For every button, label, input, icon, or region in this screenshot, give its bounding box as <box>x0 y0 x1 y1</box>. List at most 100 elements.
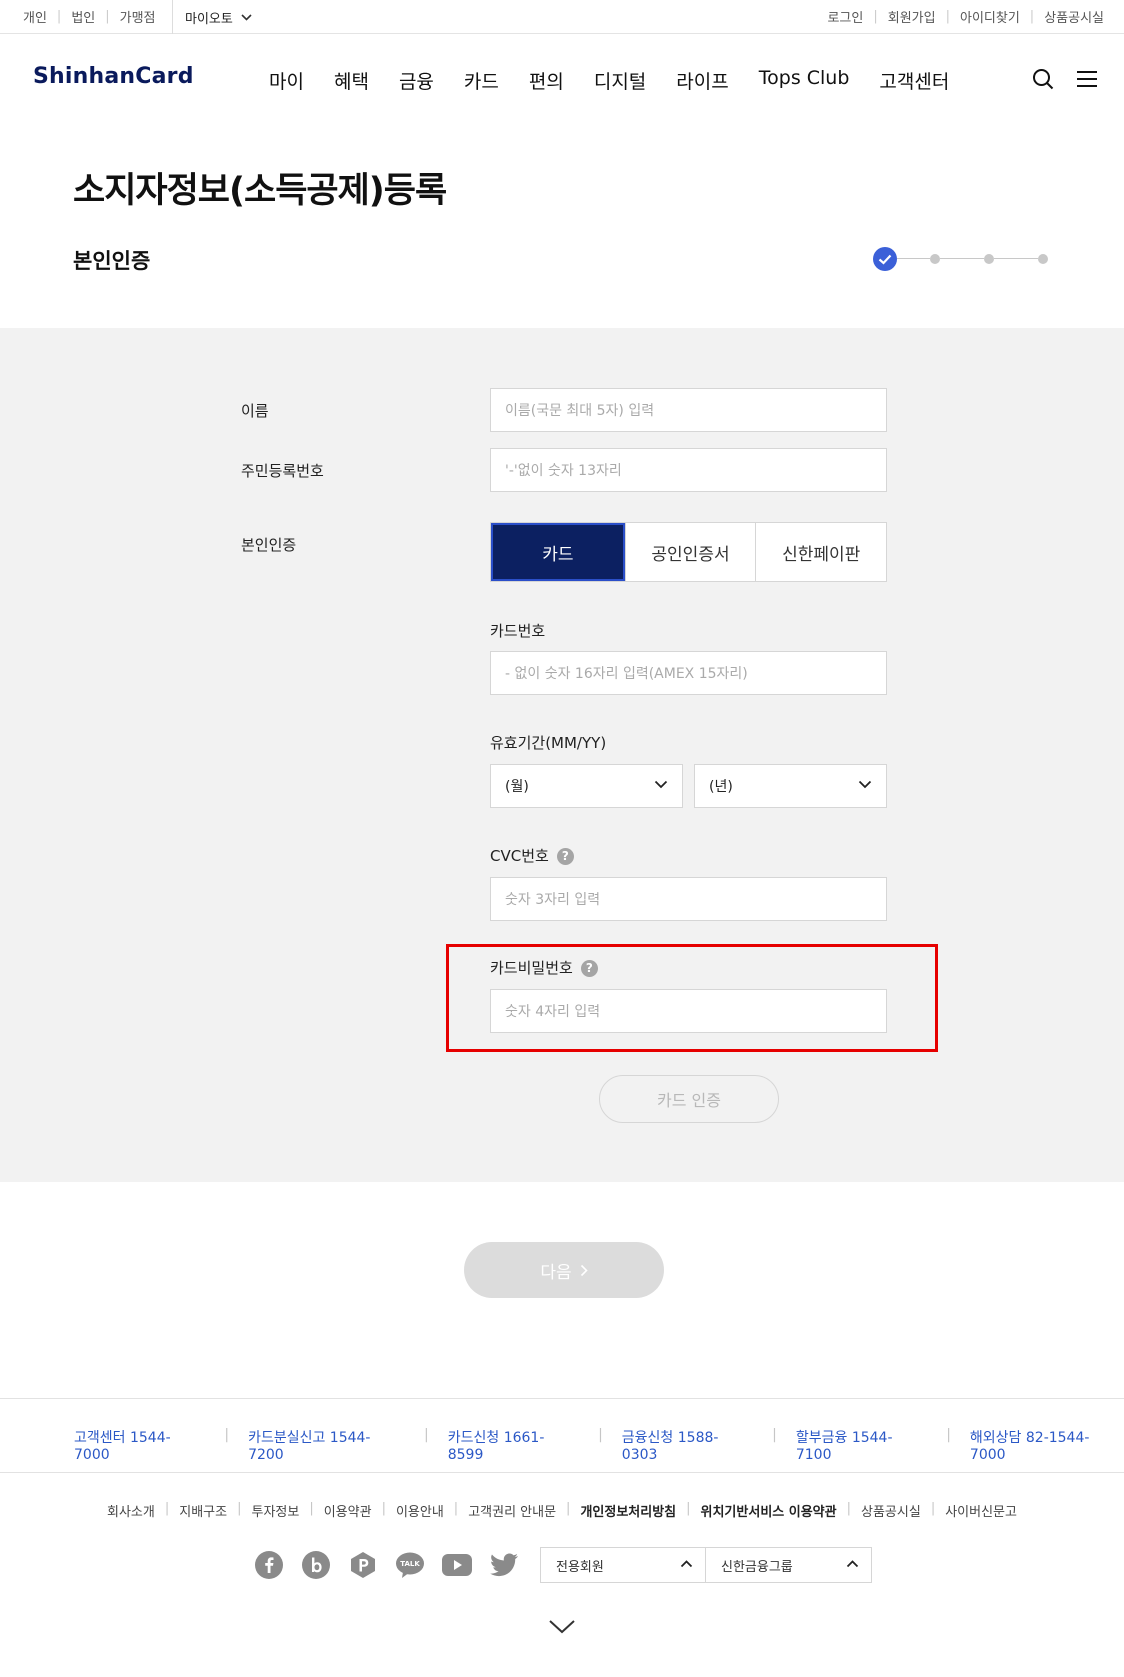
chevron-down-icon <box>654 780 668 789</box>
svg-text:TALK: TALK <box>400 1560 420 1568</box>
nav-item-finance[interactable]: 금융 <box>399 67 434 94</box>
contact-customer-center[interactable]: 고객센터 1544-7000 <box>74 1427 205 1463</box>
tab-certificate[interactable]: 공인인증서 <box>624 523 756 581</box>
chevron-up-icon <box>846 1560 859 1568</box>
nav-item-card[interactable]: 카드 <box>464 67 499 94</box>
contact-overseas[interactable]: 해외상담 82-1544-7000 <box>970 1427 1124 1463</box>
post-icon[interactable] <box>348 1550 378 1580</box>
kakaotalk-icon[interactable]: TALK <box>395 1550 425 1580</box>
divider: | <box>424 1427 429 1443</box>
myauto-dropdown[interactable]: 마이오토 <box>172 0 252 34</box>
twitter-icon[interactable] <box>489 1550 519 1580</box>
tab-card[interactable]: 카드 <box>491 523 625 581</box>
footer-link-governance[interactable]: 지배구조 <box>179 1501 227 1520</box>
group-site-select[interactable]: 신한금융그룹 <box>705 1547 872 1583</box>
nav-item-my[interactable]: 마이 <box>269 67 304 94</box>
name-placeholder: 이름(국문 최대 5자) 입력 <box>505 403 655 419</box>
nav-item-digital[interactable]: 디지털 <box>594 67 646 94</box>
search-icon[interactable] <box>1032 68 1054 90</box>
divider: | <box>945 9 950 24</box>
card-number-label: 카드번호 <box>490 622 546 640</box>
step-connector <box>940 258 984 259</box>
step-4-pending <box>1038 254 1048 264</box>
account-links: 로그인 | 회원가입 | 아이디찾기 | 상품공시실 <box>827 7 1104 26</box>
facebook-icon[interactable] <box>254 1550 284 1580</box>
footer-link-terms[interactable]: 이용약관 <box>324 1501 372 1520</box>
footer-link-cyber-petition[interactable]: 사이버신문고 <box>945 1501 1017 1520</box>
step-connector <box>897 258 930 259</box>
chevron-right-icon <box>580 1264 588 1276</box>
footer-link-investor[interactable]: 투자정보 <box>251 1501 299 1520</box>
divider: | <box>930 1501 936 1516</box>
footer-link-location-terms[interactable]: 위치기반서비스 이용약관 <box>701 1501 837 1520</box>
footer-contacts: 고객센터 1544-7000 | 카드분실신고 1544-7200 | 카드신청… <box>74 1427 1124 1463</box>
link-login[interactable]: 로그인 <box>827 7 863 26</box>
blog-icon[interactable] <box>301 1550 331 1580</box>
main-nav: 마이 혜택 금융 카드 편의 디지털 라이프 Tops Club 고객센터 <box>269 67 979 94</box>
tab-shinhan-paypan[interactable]: 신한페이판 <box>755 523 886 581</box>
card-number-placeholder: - 없이 숫자 16자리 입력(AMEX 15자리) <box>505 666 748 682</box>
expiry-month-select[interactable]: (월) <box>490 764 683 808</box>
rrn-label: 주민등록번호 <box>241 462 324 480</box>
main-header: ShinhanCard 마이 혜택 금융 카드 편의 디지털 라이프 Tops … <box>0 34 1124 124</box>
expiry-label: 유효기간(MM/YY) <box>490 734 607 752</box>
next-button[interactable]: 다음 <box>464 1242 664 1298</box>
nav-item-benefits[interactable]: 혜택 <box>334 67 369 94</box>
shinhancard-logo[interactable]: ShinhanCard <box>33 64 194 89</box>
card-number-input[interactable]: - 없이 숫자 16자리 입력(AMEX 15자리) <box>490 651 887 695</box>
link-find-id[interactable]: 아이디찾기 <box>960 7 1020 26</box>
cvc-input[interactable]: 숫자 3자리 입력 <box>490 877 887 921</box>
link-merchant[interactable]: 가맹점 <box>120 7 156 26</box>
divider: | <box>946 1427 951 1443</box>
footer-link-product-disclosure[interactable]: 상품공시실 <box>861 1501 921 1520</box>
link-corporate[interactable]: 법인 <box>71 7 95 26</box>
help-icon[interactable]: ? <box>556 848 574 865</box>
divider: | <box>309 1501 314 1516</box>
name-label: 이름 <box>241 402 269 420</box>
expiry-year-value: (년) <box>709 779 733 795</box>
link-signup[interactable]: 회원가입 <box>888 7 936 26</box>
divider: | <box>772 1427 777 1443</box>
nav-item-customer-center[interactable]: 고객센터 <box>879 67 949 94</box>
footer-link-customer-rights[interactable]: 고객권리 안내문 <box>468 1501 556 1520</box>
divider: | <box>164 1501 170 1516</box>
help-icon[interactable]: ? <box>580 960 598 977</box>
footer-link-company[interactable]: 회사소개 <box>107 1501 155 1520</box>
divider: | <box>846 1501 851 1516</box>
divider: | <box>453 1501 459 1516</box>
divider: | <box>686 1501 691 1516</box>
expiry-year-select[interactable]: (년) <box>694 764 887 808</box>
card-auth-button[interactable]: 카드 인증 <box>599 1075 779 1123</box>
step-2-pending <box>930 254 940 264</box>
sns-links: TALK <box>254 1550 536 1580</box>
cvc-label: CVC번호 <box>490 847 549 865</box>
name-input[interactable]: 이름(국문 최대 5자) 입력 <box>490 388 887 432</box>
page-title: 소지자정보(소득공제)등록 <box>73 171 447 211</box>
footer-link-privacy[interactable]: 개인정보처리방침 <box>580 1501 676 1520</box>
expiry-month-value: (월) <box>505 779 529 795</box>
divider: | <box>105 9 110 24</box>
chevron-up-icon <box>680 1560 693 1568</box>
footer-link-guide[interactable]: 이용안내 <box>396 1501 444 1520</box>
chevron-down-icon <box>858 780 872 789</box>
rrn-input[interactable]: '-'없이 숫자 13자리 <box>490 448 887 492</box>
contact-finance-application[interactable]: 금융신청 1588-0303 <box>622 1427 753 1463</box>
link-personal[interactable]: 개인 <box>23 7 47 26</box>
footer-divider <box>0 1472 1124 1473</box>
contact-card-application[interactable]: 카드신청 1661-8599 <box>448 1427 579 1463</box>
link-product-disclosure[interactable]: 상품공시실 <box>1044 7 1104 26</box>
nav-item-life[interactable]: 라이프 <box>676 67 728 94</box>
youtube-icon[interactable] <box>442 1550 472 1580</box>
card-pin-input[interactable]: 숫자 4자리 입력 <box>490 989 887 1033</box>
step-3-pending <box>984 254 994 264</box>
nav-item-tops-club[interactable]: Tops Club <box>759 67 850 94</box>
member-site-select-value: 전용회원 <box>556 1559 604 1575</box>
member-site-select[interactable]: 전용회원 <box>540 1547 706 1583</box>
step-connector <box>994 258 1038 259</box>
divider: | <box>56 9 62 24</box>
chevron-down-icon[interactable] <box>548 1619 576 1635</box>
contact-lost-card[interactable]: 카드분실신고 1544-7200 <box>248 1427 405 1463</box>
nav-item-convenience[interactable]: 편의 <box>529 67 564 94</box>
contact-installment[interactable]: 할부금융 1544-7100 <box>796 1427 927 1463</box>
menu-icon[interactable] <box>1076 70 1098 88</box>
